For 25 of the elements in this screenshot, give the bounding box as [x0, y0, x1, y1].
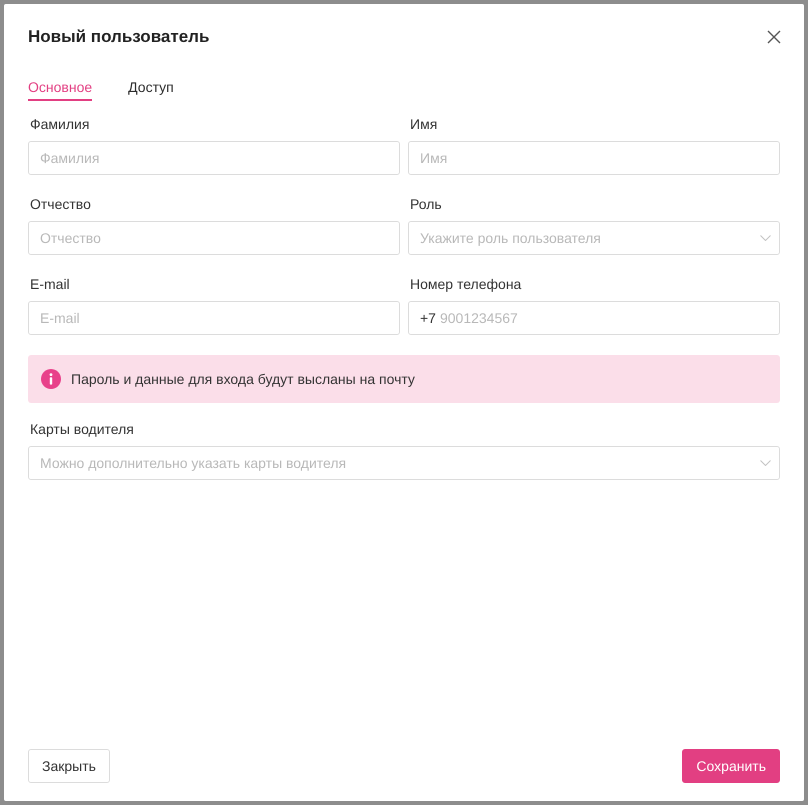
chevron-down-icon: [760, 460, 771, 466]
field-label: Отчество: [29, 195, 92, 214]
dialog-title: Новый пользователь: [28, 26, 210, 48]
field-label: Имя: [409, 115, 438, 134]
country-code: +7: [420, 310, 436, 326]
save-button[interactable]: Сохранить: [682, 749, 780, 783]
close-icon: [767, 30, 781, 44]
text-input[interactable]: Отчество: [28, 221, 400, 255]
text-input[interactable]: Фамилия: [28, 141, 400, 175]
info-icon: [41, 369, 61, 389]
text-input[interactable]: Имя: [408, 141, 780, 175]
field-label: Карты водителя: [29, 420, 135, 439]
field-label: Номер телефона: [409, 275, 522, 294]
phone-field[interactable]: +7 9001234567: [408, 301, 780, 335]
phone-number-input[interactable]: 9001234567: [440, 310, 768, 326]
chevron-down-icon: [760, 235, 771, 241]
close-dialog-button[interactable]: Закрыть: [28, 749, 110, 783]
field-label: E-mail: [29, 275, 71, 294]
tab[interactable]: Доступ: [128, 77, 174, 101]
field-label: Роль: [409, 195, 443, 214]
alert-message: Пароль и данные для входа будут высланы на почту: [71, 371, 415, 387]
text-input[interactable]: E-mail: [28, 301, 400, 335]
tab[interactable]: Основное: [28, 77, 92, 101]
field-label: Фамилия: [29, 115, 90, 134]
close-button[interactable]: [765, 28, 783, 46]
